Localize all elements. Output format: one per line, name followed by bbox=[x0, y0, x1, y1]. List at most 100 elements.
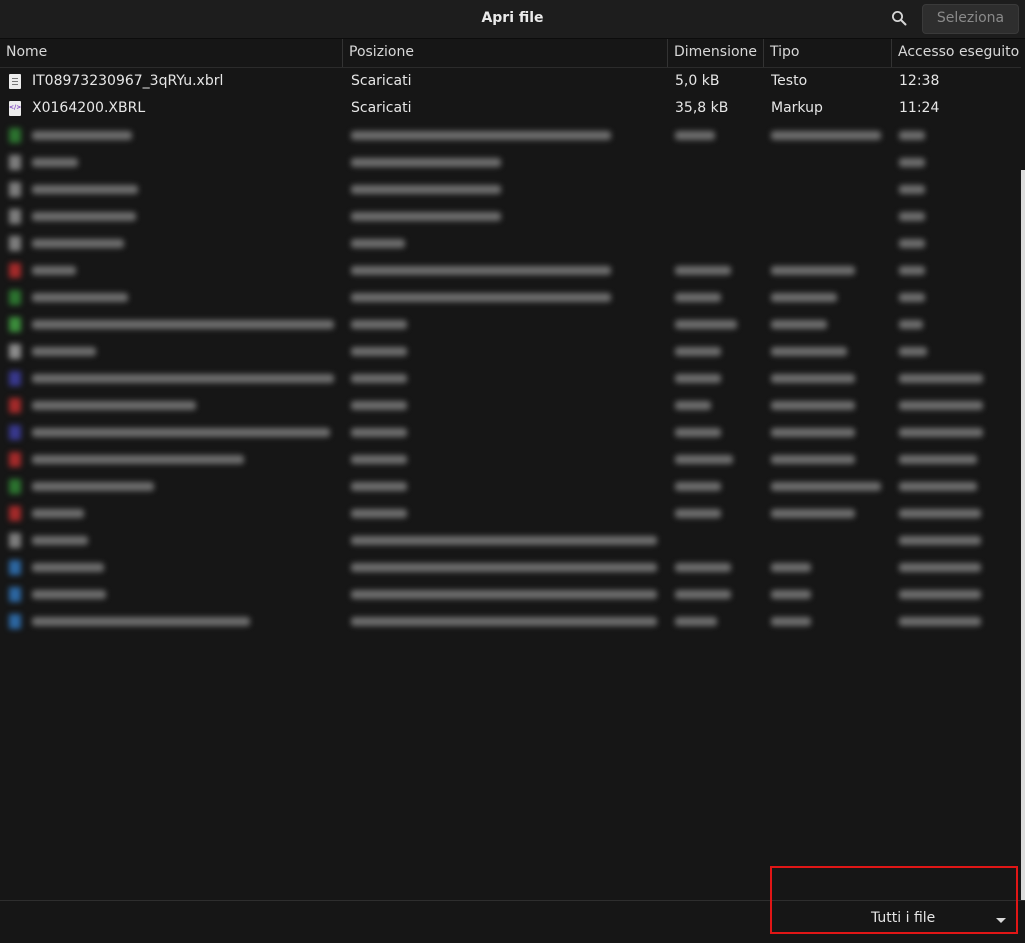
blurred-text bbox=[351, 131, 611, 140]
blurred-text bbox=[771, 320, 827, 329]
blurred-file-row[interactable] bbox=[0, 230, 1021, 257]
file-name: IT08973230967_3qRYu.xbrl bbox=[32, 73, 224, 89]
blurred-text bbox=[32, 158, 78, 167]
blurred-file-row[interactable] bbox=[0, 581, 1021, 608]
file-icon bbox=[9, 614, 21, 629]
blurred-file-row[interactable] bbox=[0, 257, 1021, 284]
blurred-text bbox=[351, 212, 501, 221]
blurred-file-row[interactable] bbox=[0, 203, 1021, 230]
blurred-text bbox=[351, 293, 611, 302]
file-row[interactable]: X0164200.XBRL Scaricati 35,8 kB Markup 1… bbox=[0, 95, 1021, 122]
blurred-text bbox=[32, 131, 132, 140]
blurred-text bbox=[32, 428, 330, 437]
blurred-text bbox=[351, 563, 657, 572]
blurred-text bbox=[771, 293, 837, 302]
blurred-file-row[interactable] bbox=[0, 419, 1021, 446]
scrollbar[interactable] bbox=[1021, 170, 1025, 902]
blurred-file-row[interactable] bbox=[0, 149, 1021, 176]
file-icon bbox=[9, 560, 21, 575]
blurred-file-row[interactable] bbox=[0, 176, 1021, 203]
blurred-text bbox=[899, 536, 981, 545]
file-size: 5,0 kB bbox=[675, 73, 720, 89]
blurred-file-row[interactable] bbox=[0, 554, 1021, 581]
blurred-text bbox=[675, 293, 721, 302]
blurred-text bbox=[351, 536, 657, 545]
column-name[interactable]: Nome bbox=[0, 39, 342, 67]
file-accessed: 11:24 bbox=[899, 100, 940, 116]
blurred-text bbox=[32, 482, 154, 491]
blurred-text bbox=[32, 509, 84, 518]
file-name: X0164200.XBRL bbox=[32, 100, 146, 116]
blurred-file-row[interactable] bbox=[0, 311, 1021, 338]
blurred-text bbox=[899, 158, 925, 167]
blurred-text bbox=[32, 185, 138, 194]
file-icon bbox=[9, 398, 21, 413]
blurred-text bbox=[351, 158, 501, 167]
blurred-text bbox=[675, 482, 721, 491]
blurred-text bbox=[351, 482, 407, 491]
blurred-text bbox=[675, 509, 721, 518]
column-type[interactable]: Tipo bbox=[763, 39, 891, 67]
blurred-text bbox=[675, 563, 731, 572]
blurred-text bbox=[32, 293, 128, 302]
column-accessed[interactable]: Accesso eseguito bbox=[891, 39, 1021, 67]
blurred-text bbox=[351, 239, 405, 248]
blurred-text bbox=[899, 590, 981, 599]
file-icon bbox=[9, 344, 21, 359]
blurred-text bbox=[771, 131, 881, 140]
blurred-text bbox=[32, 212, 136, 221]
select-button[interactable]: Seleziona bbox=[922, 4, 1019, 34]
blurred-text bbox=[899, 374, 983, 383]
search-icon bbox=[892, 11, 907, 26]
file-size: 35,8 kB bbox=[675, 100, 729, 116]
blurred-file-row[interactable] bbox=[0, 473, 1021, 500]
file-type: Markup bbox=[771, 100, 823, 116]
blurred-text bbox=[675, 590, 731, 599]
file-icon bbox=[9, 425, 21, 440]
column-location[interactable]: Posizione bbox=[342, 39, 667, 67]
blurred-file-row[interactable] bbox=[0, 527, 1021, 554]
file-icon bbox=[9, 479, 21, 494]
blurred-file-row[interactable] bbox=[0, 392, 1021, 419]
blurred-text bbox=[351, 428, 407, 437]
file-row[interactable]: IT08973230967_3qRYu.xbrl Scaricati 5,0 k… bbox=[0, 68, 1021, 95]
file-icon bbox=[9, 587, 21, 602]
file-filter-label: Tutti i file bbox=[871, 910, 936, 926]
blurred-file-row[interactable] bbox=[0, 608, 1021, 635]
text-file-icon bbox=[9, 74, 21, 89]
column-size[interactable]: Dimensione bbox=[667, 39, 763, 67]
file-icon bbox=[9, 317, 21, 332]
blurred-file-row[interactable] bbox=[0, 365, 1021, 392]
blurred-text bbox=[32, 590, 106, 599]
blurred-text bbox=[899, 131, 925, 140]
blurred-text bbox=[899, 617, 981, 626]
file-icon bbox=[9, 155, 21, 170]
file-icon bbox=[9, 209, 21, 224]
blurred-text bbox=[771, 401, 855, 410]
blurred-text bbox=[351, 455, 407, 464]
blurred-file-row[interactable] bbox=[0, 500, 1021, 527]
blurred-text bbox=[32, 239, 124, 248]
file-icon bbox=[9, 290, 21, 305]
blurred-text bbox=[32, 374, 334, 383]
search-button[interactable] bbox=[884, 4, 914, 32]
blurred-text bbox=[771, 482, 881, 491]
blurred-text bbox=[351, 347, 407, 356]
blurred-text bbox=[899, 212, 925, 221]
blurred-file-row[interactable] bbox=[0, 122, 1021, 149]
blurred-text bbox=[351, 320, 407, 329]
blurred-text bbox=[899, 482, 977, 491]
blurred-text bbox=[32, 401, 196, 410]
file-icon bbox=[9, 128, 21, 143]
file-icon bbox=[9, 263, 21, 278]
blurred-file-row[interactable] bbox=[0, 284, 1021, 311]
blurred-text bbox=[771, 455, 855, 464]
blurred-text bbox=[771, 617, 811, 626]
blurred-text bbox=[675, 617, 717, 626]
blurred-file-row[interactable] bbox=[0, 338, 1021, 365]
blurred-text bbox=[899, 266, 925, 275]
blurred-text bbox=[351, 590, 657, 599]
blurred-text bbox=[771, 374, 855, 383]
blurred-file-row[interactable] bbox=[0, 446, 1021, 473]
blurred-text bbox=[899, 563, 981, 572]
